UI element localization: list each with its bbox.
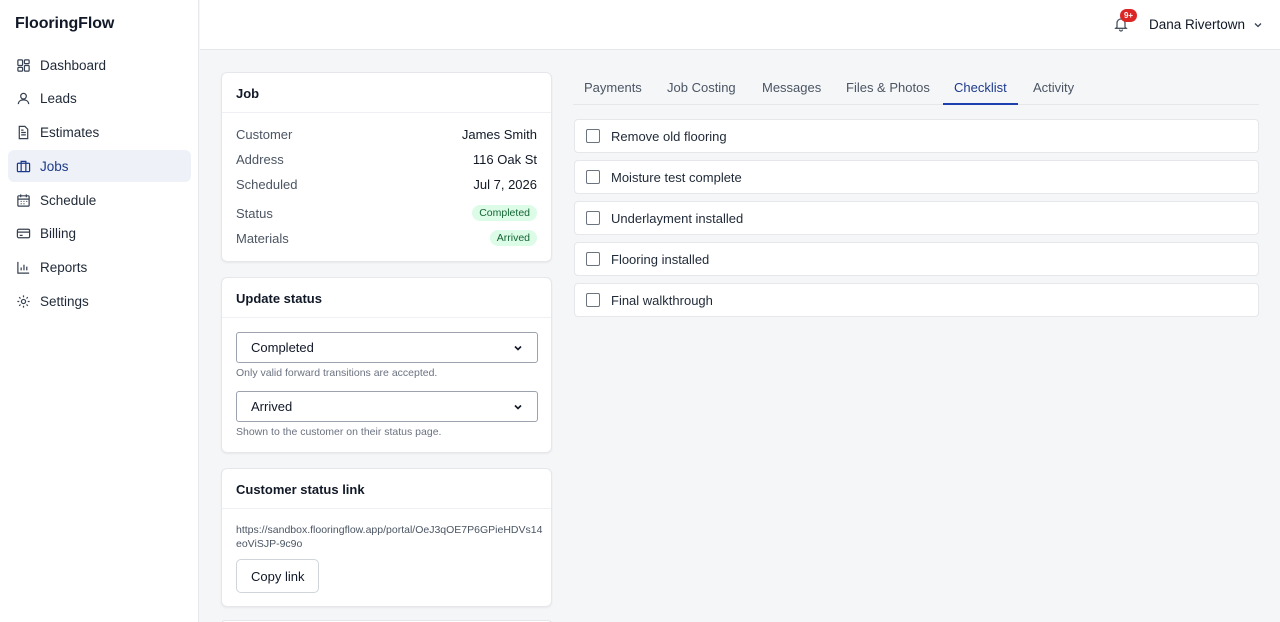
customer-row: Customer James Smith: [236, 127, 537, 142]
sidebar-item-label: Leads: [40, 91, 77, 107]
status-select-value: Completed: [251, 340, 314, 355]
sidebar-item-label: Settings: [40, 294, 89, 310]
sidebar-item-label: Estimates: [40, 125, 100, 141]
checklist-item-label: Flooring installed: [611, 251, 710, 267]
document-icon: [16, 125, 31, 140]
checkbox[interactable]: [586, 293, 600, 307]
job-tabs: Payments Job Costing Messages Files & Ph…: [573, 72, 1259, 105]
job-card-title: Job: [222, 73, 551, 113]
address-label: Address: [236, 152, 284, 167]
sidebar-item-estimates[interactable]: Estimates: [8, 117, 191, 149]
notification-badge: 9+: [1120, 9, 1137, 22]
materials-select-value: Arrived: [251, 399, 293, 414]
sidebar-item-reports[interactable]: Reports: [8, 252, 191, 284]
checkbox[interactable]: [586, 170, 600, 184]
sidebar-item-settings[interactable]: Settings: [8, 286, 191, 318]
sidebar-item-label: Dashboard: [40, 57, 107, 73]
sidebar-item-jobs[interactable]: Jobs: [8, 150, 191, 183]
checkbox[interactable]: [586, 129, 600, 143]
bar-chart-icon: [16, 260, 31, 275]
chevron-down-icon: [513, 343, 523, 353]
tab-activity[interactable]: Activity: [1033, 72, 1074, 105]
briefcase-icon: [16, 159, 31, 174]
copy-link-button[interactable]: Copy link: [236, 559, 320, 593]
materials-label: Materials: [236, 230, 289, 246]
customer-link-url[interactable]: https://sandbox.flooringflow.app/portal/…: [236, 523, 544, 551]
status-label: Status: [236, 205, 273, 221]
chevron-down-icon: [1253, 20, 1263, 30]
tab-job-costing[interactable]: Job Costing: [667, 72, 736, 105]
sidebar-item-leads[interactable]: Leads: [8, 83, 191, 115]
customer-label: Customer: [236, 127, 293, 142]
sidebar-item-label: Schedule: [40, 192, 97, 208]
checklist-item-label: Remove old flooring: [611, 128, 727, 144]
sidebar-nav: Dashboard Leads Estimates Jobs Schedule …: [8, 49, 191, 319]
gear-icon: [16, 294, 31, 309]
materials-select[interactable]: Arrived: [236, 391, 538, 422]
update-status-card: Update status Completed Only valid forwa…: [221, 277, 552, 453]
chevron-down-icon: [513, 402, 523, 412]
update-status-title: Update status: [222, 278, 551, 318]
customer-link-card: Customer status link https://sandbox.flo…: [221, 468, 552, 607]
user-menu[interactable]: Dana Rivertown: [1149, 17, 1263, 32]
sidebar: FlooringFlow Dashboard Leads Estimates J…: [0, 0, 199, 622]
sidebar-item-dashboard[interactable]: Dashboard: [8, 49, 191, 81]
sidebar-item-billing[interactable]: Billing: [8, 218, 191, 250]
checkbox[interactable]: [586, 211, 600, 225]
top-bar: 9+ Dana Rivertown: [200, 0, 1280, 50]
checklist-item-label: Underlayment installed: [611, 210, 744, 226]
status-select[interactable]: Completed: [236, 332, 538, 363]
checklist-item[interactable]: Moisture test complete: [574, 160, 1259, 194]
sidebar-item-label: Reports: [40, 260, 88, 276]
checklist-item-label: Moisture test complete: [611, 169, 742, 185]
status-hint: Only valid forward transitions are accep…: [236, 367, 438, 379]
customer-value: James Smith: [461, 127, 537, 142]
materials-badge: Arrived: [489, 230, 537, 246]
calendar-icon: [16, 193, 31, 208]
checkbox[interactable]: [586, 252, 600, 266]
status-badge: Completed: [472, 205, 537, 221]
scheduled-row: Scheduled Jul 7, 2026: [236, 177, 537, 192]
credit-card-icon: [16, 226, 31, 241]
scheduled-value: Jul 7, 2026: [473, 177, 537, 192]
job-card: Job Customer James Smith Address 116 Oak…: [221, 72, 552, 262]
checklist-item-label: Final walkthrough: [611, 292, 713, 308]
tab-payments[interactable]: Payments: [584, 72, 642, 105]
app-root: FlooringFlow Dashboard Leads Estimates J…: [0, 0, 1280, 622]
materials-row: Materials Arrived: [236, 230, 537, 246]
sidebar-item-schedule[interactable]: Schedule: [8, 184, 191, 216]
address-value: 116 Oak St: [472, 152, 537, 167]
checklist-item[interactable]: Flooring installed: [574, 242, 1259, 276]
user-name: Dana Rivertown: [1149, 17, 1246, 32]
status-row: Status Completed: [236, 205, 537, 221]
address-row: Address 116 Oak St: [236, 152, 537, 167]
user-icon: [16, 91, 31, 106]
checklist-item[interactable]: Remove old flooring: [574, 119, 1259, 153]
scheduled-label: Scheduled: [236, 177, 298, 192]
dashboard-icon: [16, 58, 31, 73]
sidebar-item-label: Jobs: [40, 158, 69, 174]
tab-checklist[interactable]: Checklist: [943, 72, 1018, 105]
customer-link-title: Customer status link: [222, 469, 551, 509]
tab-messages[interactable]: Messages: [762, 72, 821, 105]
app-logo[interactable]: FlooringFlow: [15, 15, 114, 33]
tab-files-photos[interactable]: Files & Photos: [846, 72, 930, 105]
checklist-item[interactable]: Underlayment installed: [574, 201, 1259, 235]
sidebar-item-label: Billing: [40, 226, 77, 242]
materials-hint: Shown to the customer on their status pa…: [236, 426, 442, 438]
checklist-item[interactable]: Final walkthrough: [574, 283, 1259, 317]
